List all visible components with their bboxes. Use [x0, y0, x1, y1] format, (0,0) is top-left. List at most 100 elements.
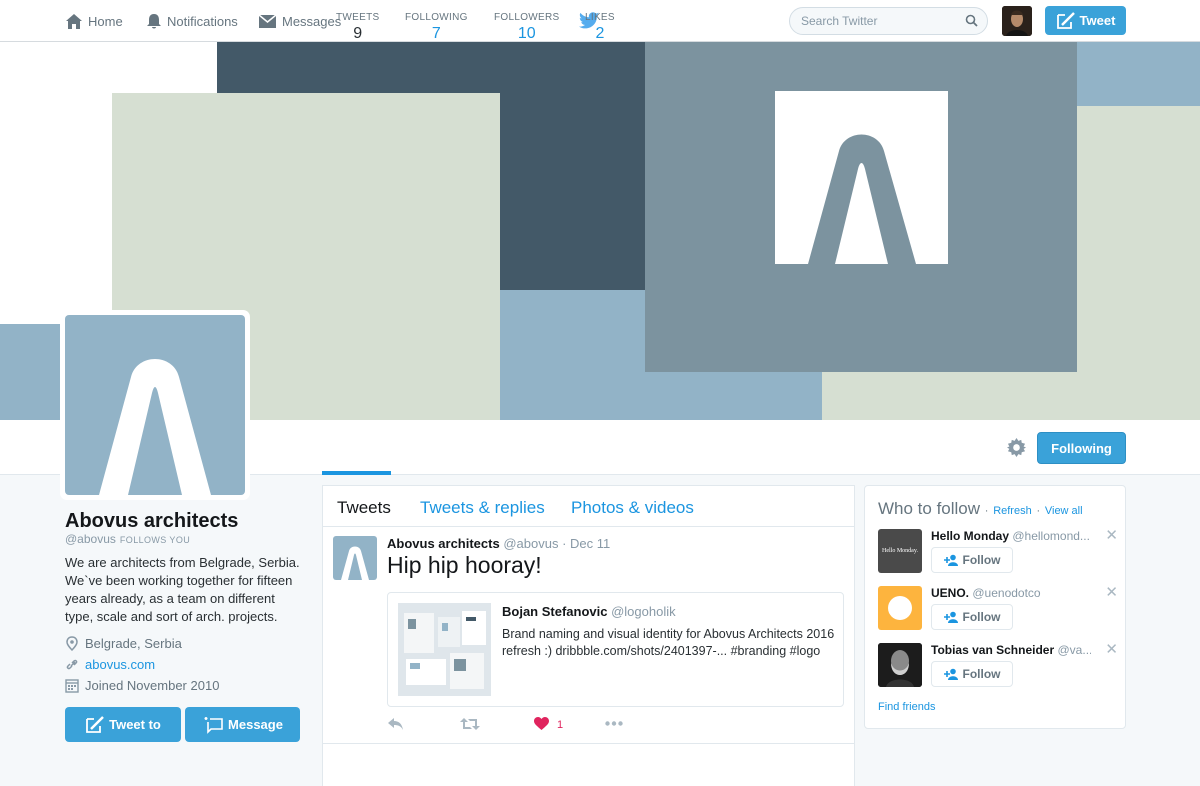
location-pin-icon: [66, 636, 78, 651]
stat-tweets[interactable]: TWEETS 9: [336, 12, 379, 43]
suggestion-name[interactable]: Tobias van Schneider: [931, 643, 1054, 657]
suggestion-handle[interactable]: @va...: [1058, 643, 1092, 657]
profile-location: Belgrade, Serbia: [65, 636, 182, 651]
dismiss-icon[interactable]: ✕: [1105, 642, 1118, 657]
view-all-link[interactable]: View all: [1045, 505, 1083, 517]
who-to-follow-panel: Who to follow · Refresh · View all Hello…: [864, 485, 1126, 729]
tobias-photo: [878, 643, 922, 687]
heart-icon[interactable]: [534, 717, 549, 731]
tweet-date[interactable]: Dec 11: [570, 536, 610, 551]
stat-followers-label: FOLLOWERS: [494, 12, 560, 23]
search-icon[interactable]: [965, 14, 978, 27]
suggestion-name-row: UENO. @uenodotco: [931, 586, 1091, 600]
active-stat-underline: [322, 471, 391, 475]
suggestion-avatar[interactable]: [878, 586, 922, 630]
profile-website-link[interactable]: abovus.com: [85, 657, 155, 672]
quoted-author-handle[interactable]: @logoholik: [611, 604, 676, 619]
tweet-to-button[interactable]: Tweet to: [65, 707, 181, 742]
find-friends-link[interactable]: Find friends: [878, 701, 935, 713]
message-button[interactable]: Message: [185, 707, 300, 742]
tweet-author-handle[interactable]: @abovus: [503, 536, 558, 551]
likes-count: 1: [557, 719, 564, 731]
nav-home[interactable]: Home: [65, 0, 123, 42]
tab-photos-videos[interactable]: Photos & videos: [571, 498, 694, 518]
dismiss-icon[interactable]: ✕: [1105, 528, 1118, 543]
profile-avatar[interactable]: [60, 310, 250, 500]
suggestion-handle[interactable]: @hellomond...: [1012, 529, 1090, 543]
quoted-author-name[interactable]: Bojan Stefanovic: [502, 604, 607, 619]
dismiss-icon[interactable]: ✕: [1105, 585, 1118, 600]
nav-messages-label: Messages: [282, 13, 342, 29]
message-label: Message: [228, 717, 283, 732]
add-user-icon: [943, 554, 958, 566]
stat-likes[interactable]: LIKES 2: [585, 12, 615, 43]
branding-mockup-image: [398, 603, 491, 696]
profile-joined-text: Joined November 2010: [85, 678, 220, 693]
message-icon: [204, 716, 223, 734]
compose-tweet-label: Tweet: [1079, 13, 1116, 28]
timeline-tabs: Tweets Tweets & replies Photos & videos: [323, 486, 854, 527]
who-to-follow-title: Who to follow: [878, 499, 981, 518]
tweet-to-label: Tweet to: [109, 717, 161, 732]
profile-location-text: Belgrade, Serbia: [85, 636, 182, 651]
profile-name: Abovus architects: [65, 510, 239, 532]
home-icon: [66, 13, 82, 29]
suggestion-name[interactable]: UENO.: [931, 586, 969, 600]
compose-tweet-button[interactable]: Tweet: [1045, 6, 1126, 35]
follow-button[interactable]: Follow: [931, 661, 1013, 687]
nav-notifications[interactable]: Notifications: [146, 0, 238, 42]
suggestion-item: Hello Monday. Hello Monday @hellomond...…: [878, 528, 1118, 575]
tweet-author-name[interactable]: Abovus architects: [387, 536, 500, 551]
user-avatar[interactable]: [1002, 6, 1032, 36]
suggestion-item: Tobias van Schneider @va... ✕ Follow: [878, 642, 1118, 689]
stat-tweets-label: TWEETS: [336, 12, 380, 23]
quoted-tweet-image: [398, 603, 491, 696]
tab-tweets-replies[interactable]: Tweets & replies: [420, 498, 545, 518]
quoted-tweet-text: Brand naming and visual identity for Abo…: [502, 627, 835, 658]
stat-following-value: 7: [431, 25, 441, 42]
nav-messages[interactable]: Messages: [258, 0, 341, 42]
quoted-tweet-card[interactable]: Bojan Stefanovic @logoholik Brand naming…: [387, 592, 844, 707]
banner-logo-tile: [775, 91, 948, 264]
suggestion-name[interactable]: Hello Monday: [931, 529, 1009, 543]
add-user-icon: [943, 668, 958, 680]
follow-button-label: Follow: [962, 667, 1001, 681]
tab-tweets[interactable]: Tweets: [337, 498, 391, 518]
following-button[interactable]: Following: [1037, 432, 1126, 464]
profile-handle[interactable]: @abovus: [65, 532, 116, 546]
retweet-icon[interactable]: [460, 717, 480, 731]
ueno-logo-icon: [888, 596, 912, 620]
suggestion-name-row: Hello Monday @hellomond...: [931, 529, 1091, 543]
search-input[interactable]: Search Twitter: [789, 7, 988, 35]
profile-bio: We are architects from Belgrade, Serbia.…: [65, 555, 300, 624]
compose-icon: [1056, 11, 1075, 29]
suggestion-item: UENO. @uenodotco ✕ Follow: [878, 585, 1118, 632]
abovus-avatar-logo-icon: [341, 546, 369, 580]
link-icon: [66, 659, 78, 670]
tweet-header: Abovus architects @abovus · Dec 11: [387, 536, 610, 551]
reply-icon[interactable]: [387, 717, 404, 731]
gear-icon[interactable]: [1007, 438, 1026, 457]
bell-icon: [147, 13, 161, 28]
suggestion-handle[interactable]: @uenodotco: [972, 586, 1040, 600]
profile-handle-row: @abovus FOLLOWS YOU: [65, 532, 190, 546]
tweet-author-avatar[interactable]: [333, 536, 377, 580]
stat-likes-value: 2: [595, 25, 605, 42]
follow-button[interactable]: Follow: [931, 547, 1013, 573]
refresh-link[interactable]: Refresh: [993, 505, 1032, 517]
header-separator: ·: [1036, 505, 1041, 517]
stat-followers[interactable]: FOLLOWERS 10: [494, 12, 560, 43]
stat-following[interactable]: FOLLOWING 7: [405, 12, 468, 43]
banner-block-left: [0, 324, 61, 420]
abovus-avatar-logo-icon: [99, 359, 211, 495]
header-separator: ·: [984, 505, 989, 517]
user-avatar-image: [1002, 6, 1032, 36]
hello-monday-logo: Hello Monday.: [882, 548, 918, 554]
suggestion-avatar[interactable]: Hello Monday.: [878, 529, 922, 573]
suggestion-avatar[interactable]: [878, 643, 922, 687]
stat-followers-value: 10: [517, 25, 536, 42]
compose-icon: [86, 715, 104, 733]
suggestion-name-row: Tobias van Schneider @va...: [931, 643, 1091, 657]
more-options-icon[interactable]: [605, 721, 623, 726]
follow-button[interactable]: Follow: [931, 604, 1013, 630]
